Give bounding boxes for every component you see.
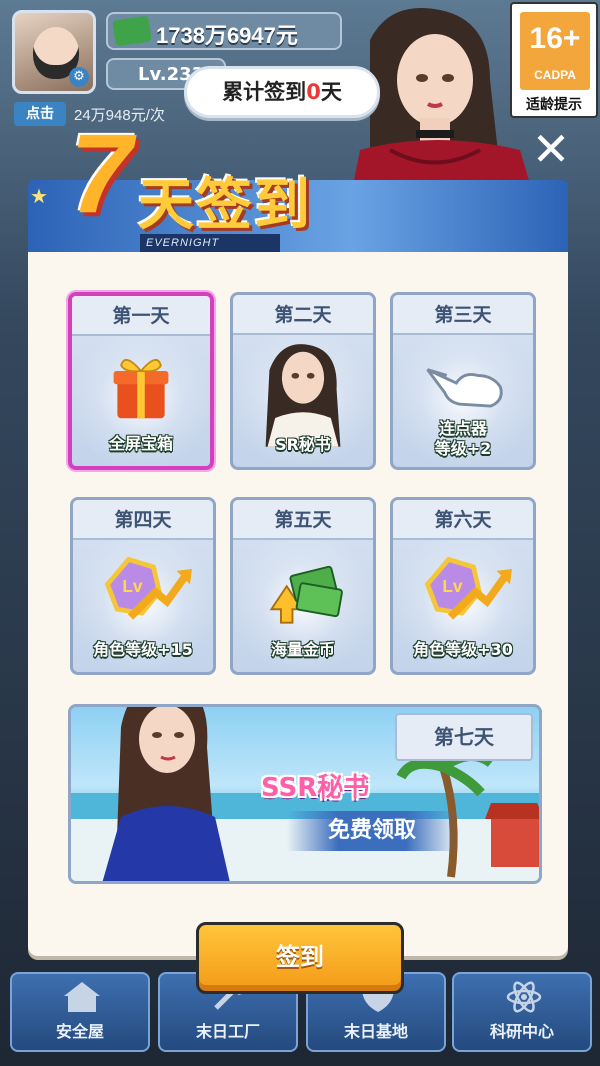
nav-safehouse[interactable]: 安全屋 xyxy=(10,972,150,1052)
tap-hand-icon xyxy=(426,368,503,408)
house-icon xyxy=(64,982,100,1012)
money-bar: 1738万6947元 xyxy=(106,12,342,50)
age-rating-tip: 适龄提示 xyxy=(526,97,582,113)
nav-label: 安全屋 xyxy=(55,1022,104,1041)
day-card-3[interactable]: 第三天 连点器 等级+2 xyxy=(390,292,536,470)
click-tag[interactable]: 点击 xyxy=(14,102,66,126)
day-head: 第六天 xyxy=(393,500,533,540)
day-reward-label: 连点器 等级+2 xyxy=(434,419,492,458)
ssr-secretary-portrait xyxy=(102,707,230,881)
day-card-5[interactable]: 第五天 海量金币 xyxy=(230,497,376,675)
svg-text:Lv: Lv xyxy=(442,576,463,596)
age-rating-number: 16+ xyxy=(529,22,581,55)
cash-icon xyxy=(112,15,152,47)
day-card-6[interactable]: 第六天 Lv 角色等级+30 xyxy=(390,497,536,675)
svg-text:Lv: Lv xyxy=(122,576,143,596)
level-up-icon: Lv xyxy=(104,556,192,620)
bubble-suffix: 天 xyxy=(320,80,342,104)
level-up-icon: Lv xyxy=(424,556,512,620)
secretary-portrait xyxy=(265,344,341,447)
close-icon[interactable]: ✕ xyxy=(528,126,574,172)
nav-research[interactable]: 科研中心 xyxy=(452,972,592,1052)
day-card-2[interactable]: 第二天 SR秘书 xyxy=(230,292,376,470)
bubble-prefix: 累计签到 xyxy=(222,80,307,104)
ssr-reward-label: SSR秘书 xyxy=(261,773,370,803)
title-number: 7 xyxy=(70,111,133,236)
day-reward-label: 全屏宝箱 xyxy=(108,434,173,453)
day-reward-label: 角色等级+30 xyxy=(413,640,513,659)
gift-box-icon xyxy=(113,358,169,419)
age-rating-badge[interactable]: 16+ CADPA 适龄提示 xyxy=(510,2,598,118)
day-head: 第七天 xyxy=(395,713,533,761)
day-head: 第二天 xyxy=(233,295,373,335)
money-value: 1738万6947元 xyxy=(156,23,298,48)
day-card-7[interactable]: 第七天 SSR秘书 免费领取 xyxy=(68,704,542,884)
age-rating-box: 16+ CADPA xyxy=(520,12,590,90)
nav-label: 科研中心 xyxy=(489,1022,554,1041)
day-reward-label: SR秘书 xyxy=(275,435,331,454)
day-card-1[interactable]: 第一天 全屏宝箱 xyxy=(68,292,214,470)
signin-count: 0 xyxy=(306,80,321,104)
star-icon: ★ xyxy=(30,184,48,208)
day-head: 第四天 xyxy=(73,500,213,540)
cash-stack-icon xyxy=(269,565,343,624)
age-rating-org: CADPA xyxy=(534,68,576,82)
day-reward-label: 海量金币 xyxy=(270,640,335,659)
day-head: 第一天 xyxy=(72,296,210,336)
nav-label: 末日工厂 xyxy=(195,1022,260,1041)
day-head: 第五天 xyxy=(233,500,373,540)
title-text: 天签到 xyxy=(138,173,312,238)
day-card-4[interactable]: 第四天 Lv 角色等级+15 xyxy=(70,497,216,675)
free-claim-label: 免费领取 xyxy=(287,811,457,851)
nav-label: 末日基地 xyxy=(343,1022,408,1041)
gear-icon[interactable]: ⚙ xyxy=(69,67,89,87)
day-reward-label: 角色等级+15 xyxy=(93,640,193,659)
day-head: 第三天 xyxy=(393,295,533,335)
player-avatar[interactable]: ⚙ xyxy=(12,10,96,94)
signin-button[interactable]: 签到 xyxy=(196,922,404,994)
atom-icon xyxy=(506,981,542,1013)
signin-count-bubble: 累计签到0天 xyxy=(184,66,380,118)
title-subtitle: EVERNIGHT xyxy=(140,234,280,252)
